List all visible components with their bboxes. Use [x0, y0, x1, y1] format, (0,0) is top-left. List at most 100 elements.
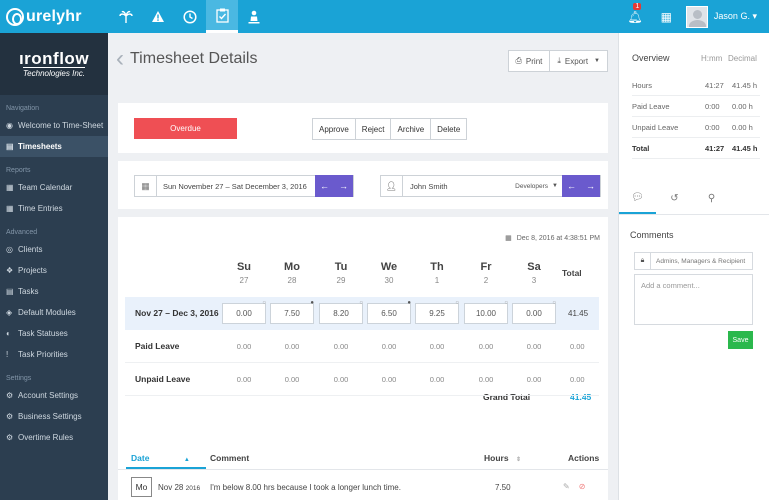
- clipboard-check-icon[interactable]: [206, 0, 238, 33]
- hours-input[interactable]: 0.00 ○: [222, 300, 266, 324]
- back-chevron-icon[interactable]: ‹: [116, 47, 124, 71]
- hours-input[interactable]: 0.00 ○: [512, 300, 556, 324]
- comments-icon: 💬︎: [631, 192, 644, 203]
- timestamp: ▦ Dec 8, 2016 at 4:38:51 PM: [505, 234, 600, 242]
- leave-cell: 0.00: [429, 342, 445, 351]
- comment-column-header: Comment: [210, 453, 250, 463]
- hours-input[interactable]: 10.00 ○: [464, 300, 508, 324]
- calendar-icon: ▦: [6, 183, 14, 192]
- caret-down-icon[interactable]: ▼: [552, 183, 558, 189]
- sort-icon: ⇕: [515, 457, 521, 463]
- prev-employee-button[interactable]: ←: [562, 175, 581, 197]
- user-menu[interactable]: Jason G. ▾: [714, 11, 757, 22]
- approve-button[interactable]: Approve: [312, 118, 356, 140]
- clock-icon[interactable]: [174, 0, 206, 33]
- calendar-icon: ▦: [6, 204, 14, 213]
- person-pin-icon[interactable]: [238, 0, 270, 33]
- print-export-group: ⎙ Print ⤓ Export ▼: [507, 50, 608, 72]
- page-header: ‹ Timesheet Details: [116, 47, 257, 71]
- app-logo[interactable]: urelyhr: [6, 6, 82, 28]
- sidebar-item-time-entries[interactable]: ▦ Time Entries: [0, 198, 108, 219]
- sidebar-item-task-statuses[interactable]: ◐ Task Statuses: [0, 323, 108, 344]
- day-header: Mo 28: [270, 261, 314, 285]
- day-header: We 30: [367, 261, 411, 285]
- employee-name[interactable]: John Smith: [403, 182, 515, 191]
- next-week-button[interactable]: →: [334, 175, 353, 197]
- tab-comments[interactable]: 💬︎: [619, 183, 656, 214]
- main-content: ‹ Timesheet Details ⎙ Print ⤓ Export ▼ O…: [108, 33, 618, 500]
- status-badge: Overdue: [134, 118, 237, 139]
- hours-input[interactable]: 6.50 ●: [367, 300, 411, 324]
- leave-row: Unpaid Leave 0.00 0.00 0.00 0.00 0.00 0.00 0.00…: [125, 364, 599, 396]
- hours-input[interactable]: 7.50 ●: [270, 300, 314, 324]
- prev-week-button[interactable]: ←: [315, 175, 334, 197]
- comment-bubble-icon[interactable]: ○: [262, 300, 266, 306]
- gear-icon: ⚙: [6, 391, 14, 400]
- day-number: 1: [434, 276, 440, 285]
- reject-button[interactable]: Reject: [355, 118, 392, 140]
- overview-hmm: 0:00: [705, 102, 720, 111]
- delete-button[interactable]: Delete: [431, 118, 468, 140]
- hours-input[interactable]: 9.25 ○: [415, 300, 459, 324]
- user-icon: 👤︎: [381, 176, 403, 196]
- comment-bubble-icon[interactable]: ○: [504, 300, 508, 306]
- comment-bubble-icon[interactable]: ○: [359, 300, 363, 306]
- save-comment-button[interactable]: Save: [728, 331, 753, 349]
- leave-cell: 0.00: [284, 375, 300, 384]
- comment-bubble-icon[interactable]: ○: [455, 300, 459, 306]
- comment-visibility-selector[interactable]: 🔒︎ Admins, Managers & Recipient: [634, 252, 753, 270]
- sidebar-nav: Navigation ◉ Welcome to Time-Sheet ▤ Timeshe…: [0, 95, 108, 448]
- tab-history[interactable]: ↺: [656, 183, 693, 214]
- week-row: Nov 27 – Dec 3, 2016 0.00 ○ 7.50 ● 8.20 ○ 6.50…: [125, 297, 599, 330]
- sidebar-item-business-settings[interactable]: ⚙ Business Settings: [0, 406, 108, 427]
- sidebar-item-overtime-rules[interactable]: ⚙ Overtime Rules: [0, 427, 108, 448]
- calendar-icon[interactable]: ▦: [135, 176, 157, 196]
- day-header: Su 27: [222, 261, 266, 285]
- comment-bubble-icon[interactable]: ●: [407, 300, 411, 306]
- comment-bubble-icon[interactable]: ○: [552, 300, 556, 306]
- warning-icon[interactable]: [142, 0, 174, 33]
- hours-column-header[interactable]: Hours ⇕: [484, 453, 521, 463]
- date-column-header[interactable]: Date ▲: [131, 453, 190, 463]
- sidebar: ıronflow Technologies Inc. Navigation ◉ We…: [0, 33, 108, 500]
- sidebar-item-account-settings[interactable]: ⚙ Account Settings: [0, 385, 108, 406]
- timesheet-grid: ▦ Dec 8, 2016 at 4:38:51 PM Total Nov 27…: [118, 217, 608, 450]
- logo-text: urelyhr: [26, 8, 82, 25]
- sidebar-item-team-calendar[interactable]: ▦ Team Calendar: [0, 177, 108, 198]
- history-icon: ↺: [670, 193, 679, 204]
- sidebar-item-tasks[interactable]: ▤ Tasks: [0, 281, 108, 302]
- palm-tree-icon[interactable]: [110, 0, 142, 33]
- sidebar-item-task-priorities[interactable]: ! Task Priorities: [0, 344, 108, 365]
- dashboard-icon: ◉: [6, 121, 13, 130]
- tab-hierarchy[interactable]: ⚲: [693, 183, 730, 214]
- sidebar-item-welcome-to-time-sheet[interactable]: ◉ Welcome to Time-Sheet: [0, 115, 108, 136]
- sidebar-item-timesheets[interactable]: ▤ Timesheets: [0, 136, 108, 157]
- comment-input[interactable]: Add a comment...: [634, 274, 753, 325]
- day-header: Fr 2: [464, 261, 508, 285]
- overview-hmm: 41:27: [705, 144, 725, 153]
- print-button[interactable]: ⎙ Print: [507, 50, 551, 72]
- comment-bubble-icon[interactable]: ●: [310, 300, 314, 306]
- avatar[interactable]: [685, 5, 708, 28]
- export-button[interactable]: ⤓ Export ▼: [550, 50, 608, 72]
- total-header: Total: [562, 268, 582, 278]
- timestamp-text: Dec 8, 2016 at 4:38:51 PM: [516, 235, 600, 242]
- leave-cell: 0.00: [333, 375, 349, 384]
- sidebar-item-projects[interactable]: ❖ Projects: [0, 260, 108, 281]
- hmm-column-header: H:mm: [701, 54, 723, 63]
- day-number: 27: [239, 276, 249, 285]
- day-name: Fr: [480, 261, 492, 273]
- day-header: Sa 3: [512, 261, 556, 285]
- sidebar-item-default-modules[interactable]: ◈ Default Modules: [0, 302, 108, 323]
- next-employee-button[interactable]: →: [581, 175, 600, 197]
- sort-up-icon: ▲: [183, 457, 190, 463]
- date-range-text[interactable]: Sun November 27 – Sat December 3, 2016: [157, 182, 315, 191]
- apps-grid-icon[interactable]: ▦: [661, 10, 672, 24]
- edit-icon[interactable]: ✎: [563, 482, 570, 491]
- hours-input[interactable]: 8.20 ○: [319, 300, 363, 324]
- delete-icon[interactable]: ⊘: [579, 482, 586, 491]
- notifications-button[interactable]: 🔔︎ 1: [627, 2, 643, 24]
- decimal-column-header: Decimal: [728, 54, 757, 63]
- sidebar-item-clients[interactable]: ◎ Clients: [0, 239, 108, 260]
- archive-button[interactable]: Archive: [391, 118, 432, 140]
